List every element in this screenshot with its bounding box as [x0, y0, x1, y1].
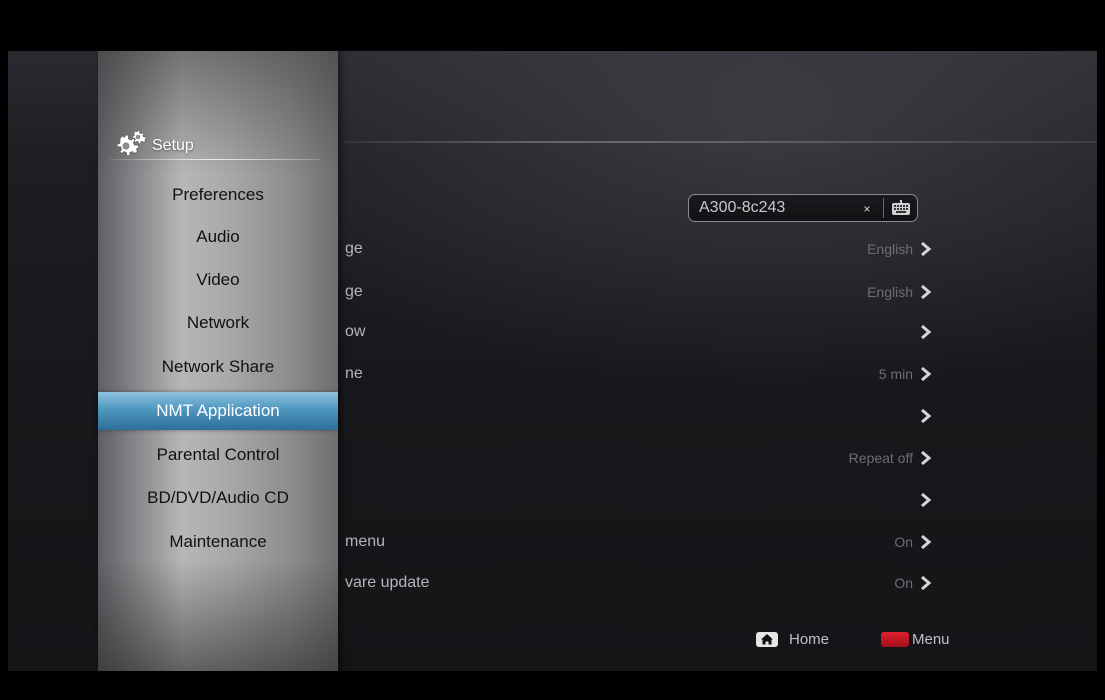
sidebar-item-video[interactable]: Video — [98, 261, 338, 299]
sidebar-item-nmt-application[interactable]: NMT Application — [98, 392, 338, 430]
device-name-field[interactable]: × — [688, 194, 918, 222]
chevron-right-icon[interactable] — [919, 366, 933, 382]
settings-row[interactable]: ne 5 min — [343, 359, 963, 389]
chevron-right-icon[interactable] — [919, 241, 933, 257]
chevron-right-icon[interactable] — [919, 284, 933, 300]
settings-row-label: ow — [345, 323, 366, 340]
field-divider — [883, 198, 884, 218]
sidebar-item-parental-control[interactable]: Parental Control — [98, 436, 338, 474]
sidebar-item-bd-dvd-audio-cd[interactable]: BD/DVD/Audio CD — [98, 479, 338, 517]
settings-row-value: Repeat off — [848, 450, 913, 466]
settings-row[interactable]: ge English — [343, 234, 963, 264]
settings-row-value: English — [867, 284, 913, 300]
gears-icon — [110, 129, 148, 157]
settings-row[interactable]: menu On — [343, 527, 963, 557]
home-key-icon — [756, 632, 778, 647]
keyboard-icon[interactable] — [891, 200, 911, 216]
settings-row[interactable]: ge English — [343, 277, 963, 307]
chevron-right-icon[interactable] — [919, 408, 933, 424]
menu-key-icon — [881, 632, 909, 647]
sidebar-item-audio[interactable]: Audio — [98, 218, 338, 256]
menu-legend-label: Menu — [912, 631, 950, 648]
settings-row[interactable]: vare update On — [343, 568, 963, 598]
sidebar-title: Setup — [152, 137, 194, 154]
home-legend-label: Home — [789, 631, 830, 648]
settings-row-value: English — [867, 241, 913, 257]
settings-row-label: menu — [345, 533, 386, 550]
settings-row[interactable] — [343, 401, 963, 431]
sidebar-item-maintenance[interactable]: Maintenance — [98, 523, 338, 561]
chevron-right-icon[interactable] — [919, 492, 933, 508]
settings-row-label: vare update — [345, 574, 430, 591]
settings-row[interactable]: ow — [343, 317, 963, 347]
sidebar-item-preferences[interactable]: Preferences — [98, 176, 338, 214]
chevron-right-icon[interactable] — [919, 575, 933, 591]
device-name-input[interactable] — [699, 195, 859, 221]
chevron-right-icon[interactable] — [919, 534, 933, 550]
settings-row-label: ge — [345, 240, 363, 257]
sidebar-item-network[interactable]: Network — [98, 304, 338, 342]
settings-row-label: ge — [345, 283, 363, 300]
clear-icon[interactable]: × — [861, 203, 873, 215]
settings-row-value: 5 min — [878, 366, 913, 382]
chevron-right-icon[interactable] — [919, 450, 933, 466]
settings-row-value: On — [894, 534, 913, 550]
settings-row[interactable]: Repeat off — [343, 443, 963, 473]
settings-row[interactable] — [343, 485, 963, 515]
settings-row-value: On — [894, 575, 913, 591]
header-divider — [343, 141, 1097, 143]
settings-row-label: ne — [345, 365, 363, 382]
chevron-right-icon[interactable] — [919, 324, 933, 340]
sidebar-divider — [110, 159, 320, 160]
setup-sidebar: Setup Preferences Audio Video Network Networ… — [98, 51, 338, 671]
sidebar-item-network-share[interactable]: Network Share — [98, 348, 338, 386]
